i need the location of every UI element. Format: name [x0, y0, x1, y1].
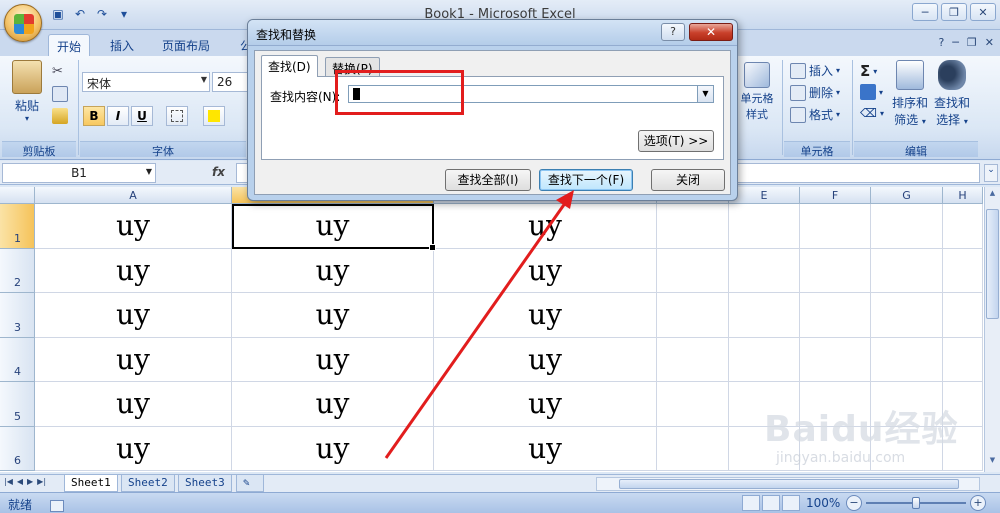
- annotation-arrow-line: [384, 198, 570, 459]
- annotation-arrow-head: [556, 190, 574, 209]
- office-button[interactable]: [4, 4, 42, 42]
- annotation-arrow: [384, 190, 574, 459]
- tab-find[interactable]: 查找(D): [261, 55, 318, 77]
- office-button-icon: [14, 14, 34, 34]
